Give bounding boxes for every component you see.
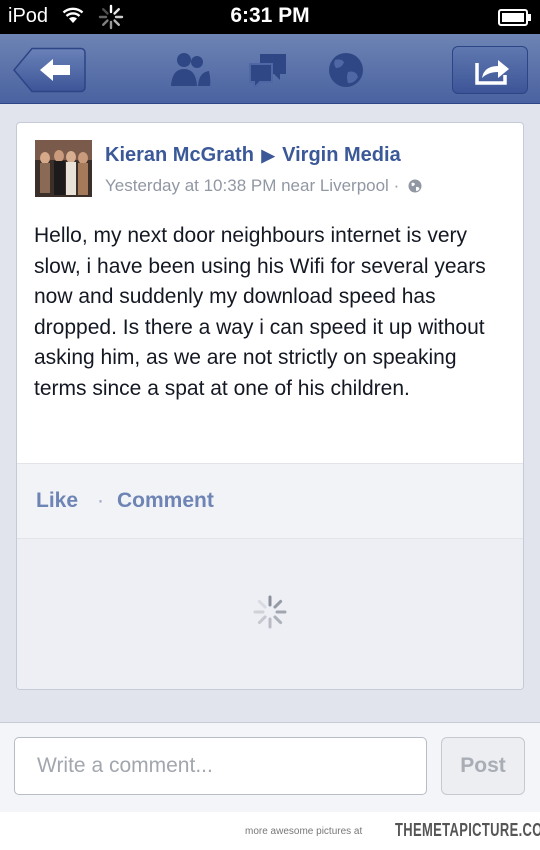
action-separator: · [97, 489, 104, 512]
share-button[interactable] [452, 46, 528, 94]
comment-button[interactable]: Comment [117, 489, 214, 513]
clock: 6:31 PM [230, 4, 310, 27]
notifications-globe-icon[interactable] [324, 50, 368, 90]
loading-spinner-icon [253, 595, 287, 629]
footer-brand-logo: THEMETAPICTURE.COM [395, 820, 540, 840]
avatar[interactable] [35, 140, 92, 197]
author-name[interactable]: Kieran McGrath [105, 144, 254, 166]
share-icon [475, 60, 509, 85]
status-bar: iPod 6:31 PM [0, 0, 540, 34]
post-card: Kieran McGrath ▶ Virgin Media Yesterday … [16, 122, 524, 690]
footer-lead-text: more awesome pictures at [245, 826, 363, 837]
footer-watermark: more awesome pictures at THEMETAPICTURE.… [0, 812, 540, 850]
actions-bar: Like · Comment [17, 463, 523, 539]
arrow-right-icon: ▶ [261, 146, 275, 165]
comment-composer: Post [0, 722, 540, 812]
post-timestamp[interactable]: Yesterday at 10:38 PM near Liverpool [105, 176, 389, 195]
public-globe-icon [408, 179, 422, 193]
comments-area [17, 539, 523, 689]
comment-input[interactable] [14, 737, 427, 795]
messages-icon[interactable] [246, 50, 290, 90]
target-page-name[interactable]: Virgin Media [282, 144, 401, 166]
like-button[interactable]: Like [36, 489, 78, 513]
back-button[interactable] [12, 47, 86, 93]
post-button[interactable]: Post [441, 737, 525, 795]
meta-separator: · [393, 176, 400, 195]
post-body: Hello, my next door neighbours internet … [34, 224, 486, 400]
battery-icon [498, 9, 531, 26]
post-header: Kieran McGrath ▶ Virgin Media [105, 144, 401, 167]
friends-icon[interactable] [168, 50, 212, 90]
post-meta: Yesterday at 10:38 PM near Liverpool · [105, 176, 422, 196]
